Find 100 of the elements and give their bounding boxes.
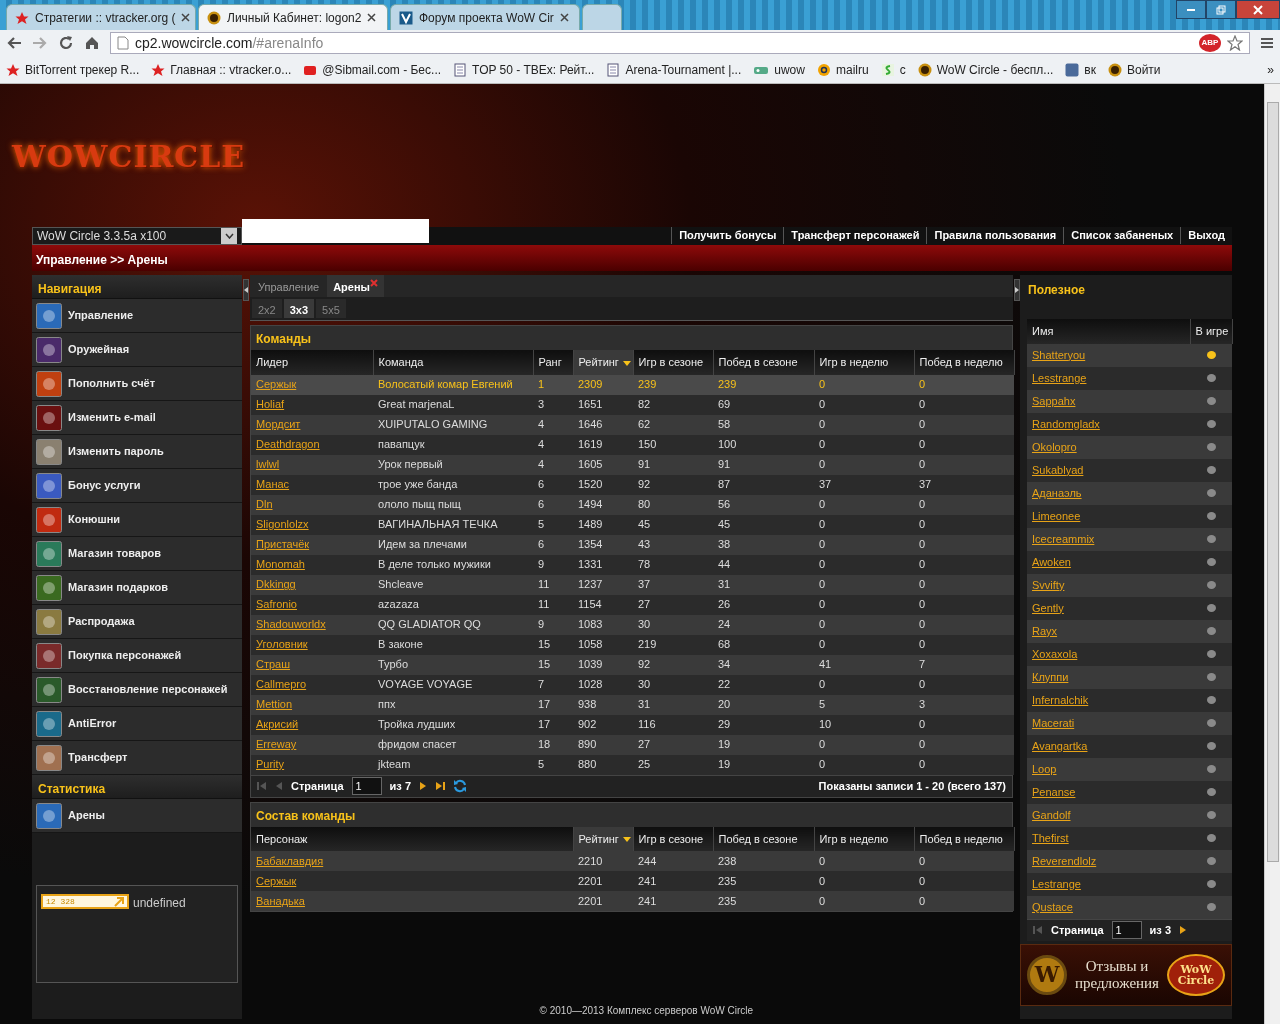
top-nav-link[interactable]: Список забаненых <box>1063 227 1181 244</box>
leader-link[interactable]: Страш <box>256 658 291 671</box>
bookmark-link[interactable]: @Sibmail.com - Бес... <box>303 60 442 79</box>
nav-link[interactable]: Распродажа <box>32 605 242 639</box>
player-link[interactable]: Awoken <box>1032 555 1071 568</box>
leader-link[interactable]: Deathdragon <box>256 438 320 451</box>
reload-icon[interactable] <box>58 35 74 51</box>
bookmark-link[interactable]: WoW Circle - беспл... <box>917 60 1054 79</box>
browser-tab[interactable]: Личный Кабинет: logon2 <box>198 4 388 30</box>
column-header[interactable]: Лидер <box>251 350 373 375</box>
player-link[interactable]: Sukablyad <box>1032 463 1084 476</box>
column-header[interactable]: Игр в неделю <box>814 826 914 851</box>
bookmark-link[interactable]: Arena-Tournament |... <box>606 60 742 79</box>
top-nav-link[interactable]: Трансферт персонажей <box>783 227 927 244</box>
menu-icon[interactable] <box>1260 36 1274 50</box>
player-link[interactable]: Okolopro <box>1032 440 1077 453</box>
leader-link[interactable]: Манас <box>256 478 290 491</box>
bookmark-link[interactable]: TOP 50 - TBEx: Рейт... <box>453 60 595 79</box>
close-button[interactable] <box>1236 0 1280 19</box>
browser-tab[interactable]: Форум проекта WoW Cir <box>390 4 580 30</box>
leader-link[interactable]: Sligonlolzx <box>256 518 309 531</box>
player-link[interactable]: Qustace <box>1032 900 1073 913</box>
player-link[interactable]: Penanse <box>1032 785 1076 798</box>
column-header[interactable]: Рейтинг <box>573 350 633 375</box>
leader-link[interactable]: Mettion <box>256 698 293 711</box>
column-header[interactable]: Ранг <box>533 350 573 375</box>
character-link[interactable]: Бабаклавдия <box>256 854 324 867</box>
player-link[interactable]: Shatteryou <box>1032 348 1086 361</box>
character-link[interactable]: Ванадька <box>256 894 305 907</box>
back-arrow-icon[interactable] <box>6 36 22 50</box>
top-nav-link[interactable]: Получить бонусы <box>671 227 784 244</box>
realm-select[interactable]: WoW Circle 3.3.5a x100 <box>32 227 242 245</box>
bookmark-link[interactable]: c <box>880 60 906 79</box>
leader-link[interactable]: Callmepro <box>256 678 307 691</box>
collapse-handle[interactable] <box>1013 279 1020 301</box>
nav-link[interactable]: AntiError <box>32 707 242 741</box>
column-header[interactable]: В игре <box>1190 319 1232 344</box>
leader-link[interactable]: Акрисий <box>256 718 299 731</box>
player-link[interactable]: Thefirst <box>1032 831 1069 844</box>
nav-link[interactable]: Магазин подарков <box>32 571 242 605</box>
leader-link[interactable]: Holiaf <box>256 398 285 411</box>
tab[interactable]: 2x2 <box>252 299 282 318</box>
feedback-banner[interactable]: W Отзывы и предложения WoW Circle <box>1020 943 1232 1006</box>
column-header[interactable]: Игр в сезоне <box>633 350 713 375</box>
nav-link[interactable]: Оружейная <box>32 333 242 367</box>
nav-link[interactable]: Трансферт <box>32 741 242 775</box>
bookmark-link[interactable]: Войти <box>1107 60 1161 79</box>
player-link[interactable]: Клуппи <box>1032 670 1069 683</box>
bookmark-link[interactable]: вк <box>1065 60 1096 79</box>
player-link[interactable]: Rayx <box>1032 624 1058 637</box>
player-link[interactable]: Loop <box>1032 762 1057 775</box>
leader-link[interactable]: Safronio <box>256 598 297 611</box>
nav-link[interactable]: Бонус услуги <box>32 469 242 503</box>
player-link[interactable]: Gently <box>1032 601 1064 614</box>
nav-link[interactable]: Арены <box>32 799 242 833</box>
top-nav-link[interactable]: Правила пользования <box>926 227 1064 244</box>
address-bar[interactable]: cp2.wowcircle.com/#arenaInfo ABP <box>110 32 1250 54</box>
top-nav-link[interactable]: Выход <box>1180 227 1232 244</box>
leader-link[interactable]: Уголовник <box>256 638 308 651</box>
nav-link[interactable]: Изменить e-mail <box>32 401 242 435</box>
leader-link[interactable]: Dln <box>256 498 273 511</box>
minimize-button[interactable] <box>1176 0 1206 19</box>
home-icon[interactable] <box>84 35 100 51</box>
close-icon[interactable] <box>559 13 569 22</box>
star-outline-icon[interactable] <box>1227 35 1243 51</box>
bookmark-link[interactable]: mailru <box>816 60 869 79</box>
nav-link[interactable]: Управление <box>32 299 242 333</box>
column-header[interactable]: Команда <box>373 350 533 375</box>
player-link[interactable]: Limeonee <box>1032 509 1081 522</box>
leader-link[interactable]: Purity <box>256 758 285 771</box>
tab[interactable]: 3x3 <box>283 299 315 318</box>
column-header[interactable]: Побед в сезоне <box>713 826 814 851</box>
nav-link[interactable]: Покупка персонажей <box>32 639 242 673</box>
player-link[interactable]: Infernalchik <box>1032 693 1089 706</box>
column-header[interactable]: Персонаж <box>251 826 573 851</box>
adblock-icon[interactable]: ABP <box>1199 34 1221 52</box>
bookmark-link[interactable]: Главная :: vtracker.o... <box>151 60 292 79</box>
nav-link[interactable]: Магазин товаров <box>32 537 242 571</box>
browser-tab[interactable]: Стратегии :: vtracker.org ( <box>6 4 196 30</box>
player-link[interactable]: Svvifty <box>1032 578 1065 591</box>
collapse-handle[interactable] <box>243 279 249 301</box>
player-link[interactable]: Xoxaxola <box>1032 647 1078 660</box>
player-link[interactable]: Аданаэль <box>1032 486 1082 499</box>
player-link[interactable]: Sappahx <box>1032 394 1076 407</box>
column-header[interactable]: Имя <box>1027 319 1190 344</box>
close-icon[interactable] <box>367 13 377 22</box>
bookmark-link[interactable]: BitTorrent трекер R... <box>6 60 140 79</box>
player-link[interactable]: Gandolf <box>1032 808 1071 821</box>
site-logo[interactable]: WOWCIRCLE <box>12 134 246 179</box>
character-link[interactable]: Сержык <box>256 874 297 887</box>
nav-link[interactable]: Восстановление персонажей <box>32 673 242 707</box>
page-field[interactable]: 1 <box>1111 921 1142 939</box>
more-bookmarks-button[interactable]: » <box>1267 60 1274 79</box>
player-link[interactable]: Macerati <box>1032 716 1075 729</box>
nav-link[interactable]: Конюшни <box>32 503 242 537</box>
tab[interactable]: Управление <box>252 275 326 297</box>
tab[interactable]: Арены <box>327 275 384 297</box>
next-page-icon[interactable] <box>419 781 427 791</box>
refresh-icon[interactable] <box>453 779 467 793</box>
nav-link[interactable]: Пополнить счёт <box>32 367 242 401</box>
